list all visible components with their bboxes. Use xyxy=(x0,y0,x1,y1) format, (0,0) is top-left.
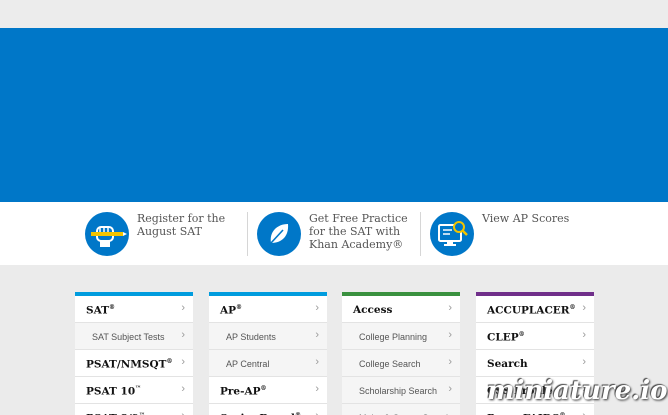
promo-divider xyxy=(247,212,248,256)
trademark-mark: ® xyxy=(260,385,267,392)
product-sublink[interactable]: AP Central › xyxy=(209,350,327,377)
link-label: Scholarship Search xyxy=(359,386,438,396)
product-column: SAT® › SAT Subject Tests › PSAT/NMSQT® › PSAT … xyxy=(75,292,193,415)
leaf-icon xyxy=(257,212,301,256)
link-label: SAT® xyxy=(86,304,115,317)
product-sublink[interactable]: Scholarship Search › xyxy=(342,377,460,404)
product-link[interactable]: CLEP® › xyxy=(476,323,594,350)
trademark-mark: ® xyxy=(108,304,115,311)
chevron-right-icon: › xyxy=(181,329,185,341)
product-sublink[interactable]: AP Students › xyxy=(209,323,327,350)
chevron-right-icon: › xyxy=(448,329,452,341)
link-label: PSAT/NMSQT® xyxy=(86,358,173,371)
promo-strip: Register for the August SAT Get Free Pra… xyxy=(0,202,668,265)
product-sublink[interactable]: SAT Subject Tests › xyxy=(75,323,193,350)
chevron-right-icon: › xyxy=(315,302,319,314)
chevron-right-icon: › xyxy=(582,356,586,368)
product-sublink[interactable]: College Planning › xyxy=(342,323,460,350)
link-label: PSAT 10™ xyxy=(86,385,142,398)
product-link[interactable]: PSAT/NMSQT® › xyxy=(75,350,193,377)
product-link[interactable]: SpringBoard®› xyxy=(209,404,327,415)
product-column: Access › College Planning › College Search › S… xyxy=(342,292,460,415)
chevron-right-icon: › xyxy=(448,356,452,368)
link-label: AP Central xyxy=(226,359,270,369)
promo-label: View AP Scores xyxy=(482,212,570,225)
promo-register-sat[interactable]: Register for the August SAT xyxy=(85,202,235,265)
trademark-mark: ® xyxy=(569,304,576,311)
chevron-right-icon: › xyxy=(582,302,586,314)
scores-search-icon xyxy=(430,212,474,256)
link-label: SAT Subject Tests xyxy=(92,332,165,342)
watermark-text: miniature.io xyxy=(487,376,668,406)
trademark-mark: ® xyxy=(236,304,243,311)
promo-label: Get Free Practice for the SAT with Khan … xyxy=(309,212,408,251)
chevron-right-icon: › xyxy=(315,329,319,341)
link-label: CLEP® xyxy=(487,331,525,344)
chevron-right-icon: › xyxy=(315,410,319,415)
product-link[interactable]: Pre-AP® › xyxy=(209,377,327,404)
product-link[interactable]: PSAT 10™ › xyxy=(75,377,193,404)
link-label: AP® xyxy=(220,304,243,317)
chevron-right-icon: › xyxy=(448,302,452,314)
product-link[interactable]: PSAT 8/9™› xyxy=(75,404,193,415)
trademark-mark: ® xyxy=(166,358,173,365)
chevron-right-icon: › xyxy=(582,329,586,341)
product-link[interactable]: AP® › xyxy=(209,296,327,323)
link-label: Search xyxy=(487,358,528,370)
link-label: AP Students xyxy=(226,332,276,342)
chevron-right-icon: › xyxy=(181,302,185,314)
chevron-right-icon: › xyxy=(181,383,185,395)
product-sublink[interactable]: Major & Career Search xyxy=(342,404,460,415)
promo-ap-scores[interactable]: View AP Scores xyxy=(430,202,590,265)
chevron-right-icon: › xyxy=(582,410,586,415)
product-link[interactable]: ACCUPLACER® › xyxy=(476,296,594,323)
chevron-right-icon: › xyxy=(315,356,319,368)
promo-divider xyxy=(420,212,421,256)
link-label: Access xyxy=(353,304,393,316)
link-label: Pre-AP® xyxy=(220,385,267,398)
product-sublink[interactable]: College Search › xyxy=(342,350,460,377)
promo-khan-practice[interactable]: Get Free Practice for the SAT with Khan … xyxy=(257,202,412,265)
product-link[interactable]: SAT® › xyxy=(75,296,193,323)
chevron-right-icon: › xyxy=(181,356,185,368)
fist-pencil-icon xyxy=(85,212,129,256)
chevron-right-icon: › xyxy=(315,383,319,395)
product-link[interactable]: Search › xyxy=(476,350,594,377)
link-label: ACCUPLACER® xyxy=(487,304,576,317)
trademark-mark: ™ xyxy=(135,385,142,392)
product-link[interactable]: Access › xyxy=(342,296,460,323)
chevron-right-icon: › xyxy=(181,410,185,415)
top-bar xyxy=(0,0,668,28)
trademark-mark: ® xyxy=(518,331,525,338)
product-column: AP®›AP Students›AP Central›Pre-AP®›Sprin… xyxy=(209,292,327,415)
hero-banner xyxy=(0,28,668,202)
chevron-right-icon: › xyxy=(448,383,452,395)
link-label: College Planning xyxy=(359,332,428,342)
promo-label: Register for the August SAT xyxy=(137,212,226,238)
link-label: College Search xyxy=(359,359,421,369)
